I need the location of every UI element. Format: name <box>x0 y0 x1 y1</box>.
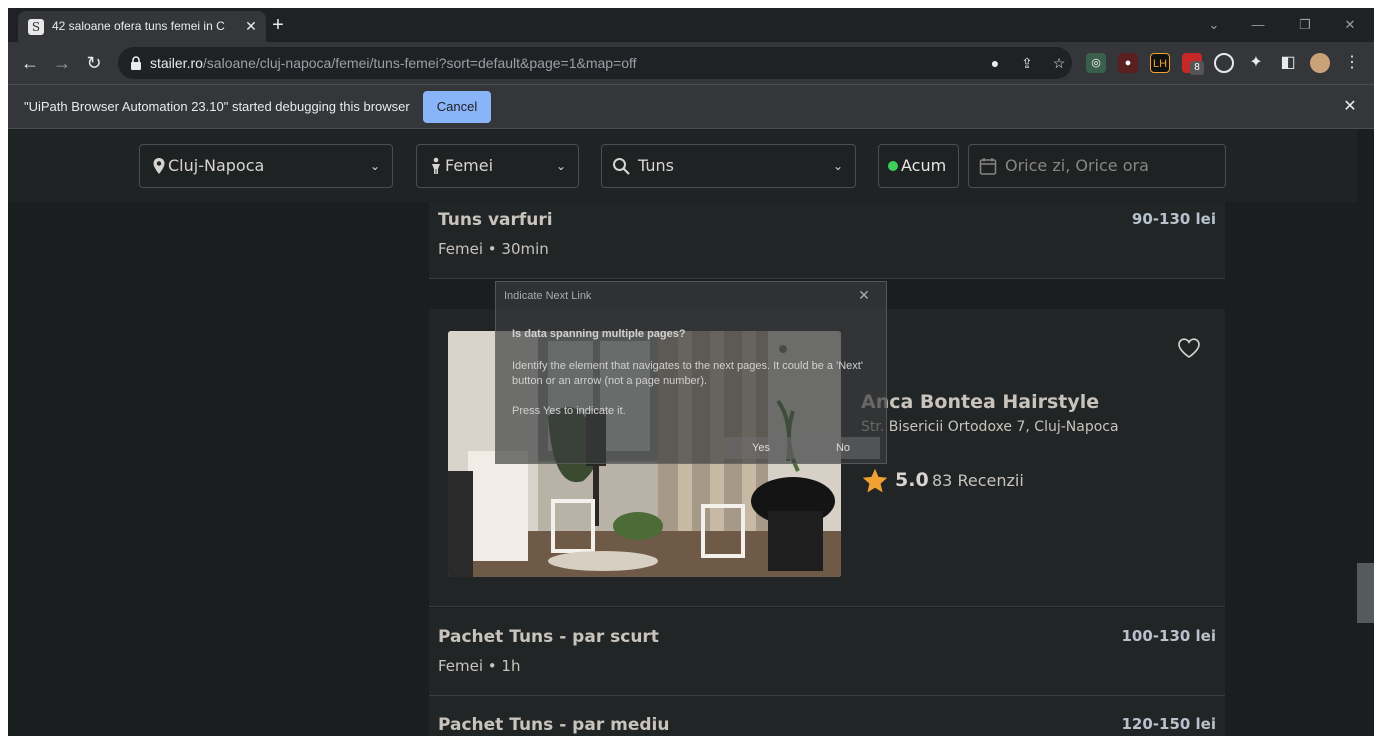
toolbar: ← → ↻ stailer.ro/saloane/cluj-napoca/fem… <box>8 42 1374 84</box>
tab-close-icon[interactable]: ✕ <box>242 17 260 35</box>
service-row[interactable]: Pachet Tuns - par scurt Femei • 1h 100-1… <box>429 608 1225 696</box>
calendar-icon <box>979 158 997 175</box>
search-bar: Cluj-Napoca ⌄ Femei ⌄ Tuns ⌄ Acum Orice … <box>8 130 1357 202</box>
debugging-infobar: "UiPath Browser Automation 23.10" starte… <box>8 84 1374 129</box>
reload-icon[interactable]: ↻ <box>83 52 105 74</box>
indicate-next-link-dialog: Indicate Next Link ✕ Is data spanning mu… <box>495 281 887 464</box>
scrollbar-thumb[interactable] <box>1357 563 1374 623</box>
minimize-icon[interactable]: — <box>1248 15 1268 35</box>
salon-name[interactable]: Anca Bontea Hairstyle <box>861 391 1099 413</box>
date-placeholder: Orice zi, Orice ora <box>1005 156 1149 175</box>
dialog-body: Identify the element that navigates to t… <box>512 360 863 387</box>
yes-button[interactable]: Yes <box>724 437 798 459</box>
puzzle-extensions-icon[interactable]: ✦ <box>1246 53 1266 73</box>
page-scrollbar[interactable] <box>1357 130 1374 744</box>
tab-title: 42 saloane ofera tuns femei in C <box>52 19 225 33</box>
chevron-down-icon: ⌄ <box>832 159 843 173</box>
dialog-title: Indicate Next Link <box>504 290 592 302</box>
url-text: stailer.ro/saloane/cluj-napoca/femei/tun… <box>150 55 637 71</box>
service-price: 90-130 lei <box>1131 210 1216 228</box>
new-tab-icon[interactable]: + <box>267 14 289 36</box>
extension-glasses-icon[interactable]: ◎ <box>1086 53 1106 73</box>
service-subtitle: Femei • 30min <box>438 240 549 258</box>
search-icon <box>613 158 630 175</box>
taskbar-edge <box>0 736 1382 744</box>
salon-reviews-count[interactable]: 83 Recenzii <box>932 471 1024 490</box>
date-input[interactable]: Orice zi, Orice ora <box>968 144 1226 188</box>
tracking-blocked-icon[interactable]: ● <box>986 54 1004 72</box>
profile-avatar[interactable] <box>1310 53 1330 73</box>
service-title: Tuns varfuri <box>438 210 553 230</box>
service-row[interactable]: Tuns varfuri Femei • 30min 90-130 lei <box>429 202 1225 279</box>
service-price: 120-150 lei <box>1121 715 1216 733</box>
service-title: Pachet Tuns - par scurt <box>438 627 659 647</box>
service-select[interactable]: Tuns ⌄ <box>601 144 856 188</box>
lock-icon <box>131 56 141 70</box>
gender-value: Femei <box>445 156 494 175</box>
site-favicon-icon: S <box>28 19 44 35</box>
address-bar[interactable]: stailer.ro/saloane/cluj-napoca/femei/tun… <box>118 47 1072 79</box>
restore-icon[interactable]: ❐ <box>1295 15 1315 35</box>
extension-badge-count: 8 <box>1190 61 1204 75</box>
city-select[interactable]: Cluj-Napoca ⌄ <box>139 144 393 188</box>
status-dot-icon <box>888 161 898 171</box>
back-arrow-icon[interactable]: ← <box>19 52 41 74</box>
person-icon <box>432 157 440 174</box>
star-icon <box>862 468 888 493</box>
cancel-debugging-button[interactable]: Cancel <box>423 91 491 123</box>
extension-lh-icon[interactable]: LH <box>1150 53 1170 73</box>
browser-tab[interactable]: S 42 saloane ofera tuns femei in C ✕ <box>18 11 266 42</box>
dialog-heading: Is data spanning multiple pages? <box>512 328 686 340</box>
forward-arrow-icon[interactable]: → <box>51 52 73 74</box>
tab-strip: S 42 saloane ofera tuns femei in C ✕ + ⌄… <box>8 8 1374 42</box>
menu-kebab-icon[interactable]: ⋮ <box>1342 53 1362 73</box>
bookmark-star-icon[interactable]: ☆ <box>1050 54 1068 72</box>
browser-window: S 42 saloane ofera tuns femei in C ✕ + ⌄… <box>8 8 1374 744</box>
chevron-down-icon: ⌄ <box>369 159 380 173</box>
extension-badge-icon[interactable]: 8 <box>1182 53 1204 75</box>
service-title: Pachet Tuns - par mediu <box>438 715 670 735</box>
side-panel-icon[interactable]: ◧ <box>1278 53 1298 73</box>
dialog-close-icon[interactable]: ✕ <box>856 287 872 303</box>
clock-extension-icon[interactable] <box>1214 53 1234 73</box>
favorite-heart-icon[interactable] <box>1177 337 1201 359</box>
no-button[interactable]: No <box>806 437 880 459</box>
debugging-message: "UiPath Browser Automation 23.10" starte… <box>24 99 410 114</box>
location-pin-icon <box>153 158 165 174</box>
chevron-down-icon: ⌄ <box>555 159 566 173</box>
service-subtitle: Femei • 1h <box>438 657 521 675</box>
now-label: Acum <box>901 156 947 175</box>
service-price: 100-130 lei <box>1121 627 1216 645</box>
extension-red-icon[interactable]: ● <box>1118 53 1138 73</box>
salon-address: Str. Bisericii Ortodoxe 7, Cluj-Napoca <box>861 419 1119 435</box>
city-value: Cluj-Napoca <box>168 156 265 175</box>
share-icon[interactable]: ⇪ <box>1018 54 1036 72</box>
window-close-icon[interactable]: ✕ <box>1340 15 1360 35</box>
tab-search-chevron-icon[interactable]: ⌄ <box>1204 15 1224 35</box>
gender-select[interactable]: Femei ⌄ <box>416 144 579 188</box>
now-toggle[interactable]: Acum <box>878 144 959 188</box>
dialog-instruction: Press Yes to indicate it. <box>512 405 626 417</box>
service-value: Tuns <box>638 156 674 175</box>
salon-rating: 5.0 <box>895 469 929 491</box>
infobar-close-icon[interactable]: ✕ <box>1340 97 1360 117</box>
